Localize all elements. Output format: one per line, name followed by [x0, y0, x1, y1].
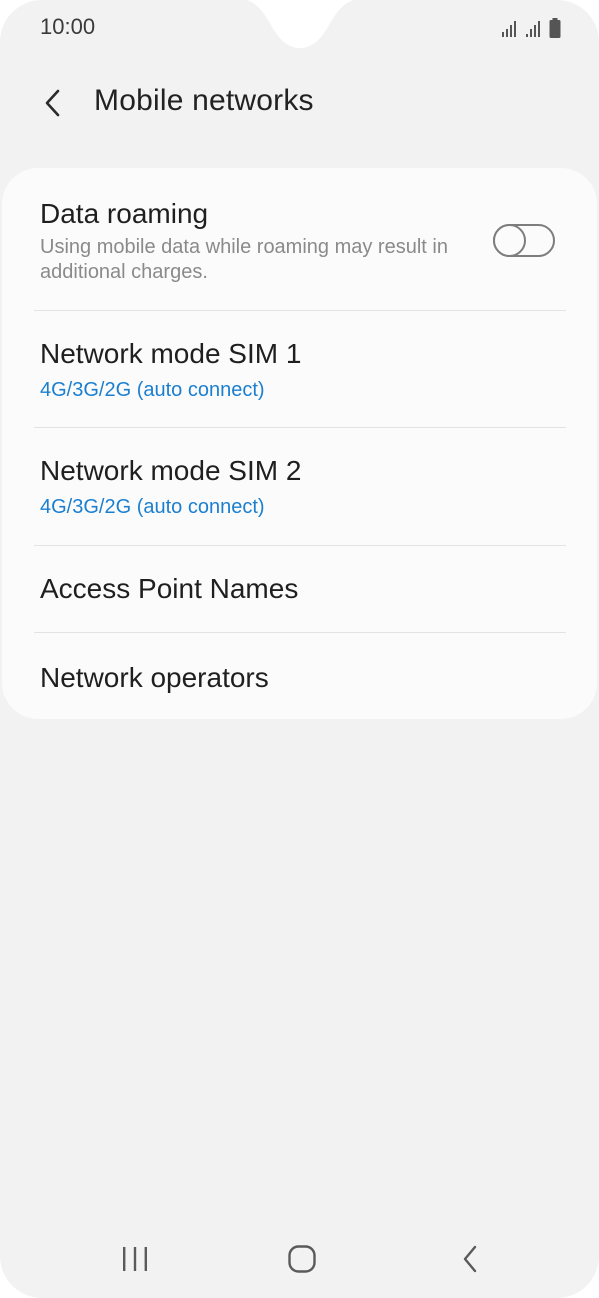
battery-icon [549, 18, 561, 38]
navigation-bar [0, 1226, 599, 1298]
recents-icon [123, 1247, 147, 1271]
back-nav-button[interactable] [440, 1234, 500, 1284]
phone-screen: 10:00 Mobile networks Data roaming Using… [0, 0, 599, 1298]
recents-button[interactable] [105, 1234, 165, 1284]
back-button[interactable] [28, 78, 78, 128]
data-roaming-toggle[interactable] [493, 224, 555, 257]
network-mode-sim1-row[interactable]: Network mode SIM 1 4G/3G/2G (auto connec… [2, 311, 597, 427]
home-icon [288, 1245, 316, 1273]
toggle-knob [493, 224, 526, 257]
signal-sim2-icon [526, 21, 540, 37]
status-time: 10:00 [40, 14, 96, 39]
data-roaming-subtitle: Using mobile data while roaming may resu… [40, 236, 448, 283]
network-mode-sim1-value: 4G/3G/2G (auto connect) [40, 379, 265, 401]
network-operators-row[interactable]: Network operators [2, 633, 597, 719]
access-point-names-title: Access Point Names [40, 573, 299, 604]
home-button[interactable] [272, 1234, 332, 1284]
status-icons [501, 16, 561, 38]
network-mode-sim2-title: Network mode SIM 2 [40, 455, 302, 486]
status-bar: 10:00 [0, 0, 599, 56]
back-icon [463, 1245, 477, 1273]
header: Mobile networks [0, 70, 599, 136]
access-point-names-row[interactable]: Access Point Names [2, 546, 597, 632]
page-title: Mobile networks [94, 84, 314, 117]
network-mode-sim2-row[interactable]: Network mode SIM 2 4G/3G/2G (auto connec… [2, 428, 597, 545]
settings-card: Data roaming Using mobile data while roa… [2, 168, 597, 719]
chevron-left-icon [45, 89, 60, 117]
network-operators-title: Network operators [40, 662, 269, 693]
network-mode-sim1-title: Network mode SIM 1 [40, 338, 302, 369]
signal-sim1-icon [502, 21, 516, 37]
data-roaming-title: Data roaming [40, 198, 209, 229]
data-roaming-row[interactable]: Data roaming Using mobile data while roa… [2, 168, 597, 310]
network-mode-sim2-value: 4G/3G/2G (auto connect) [40, 496, 265, 518]
